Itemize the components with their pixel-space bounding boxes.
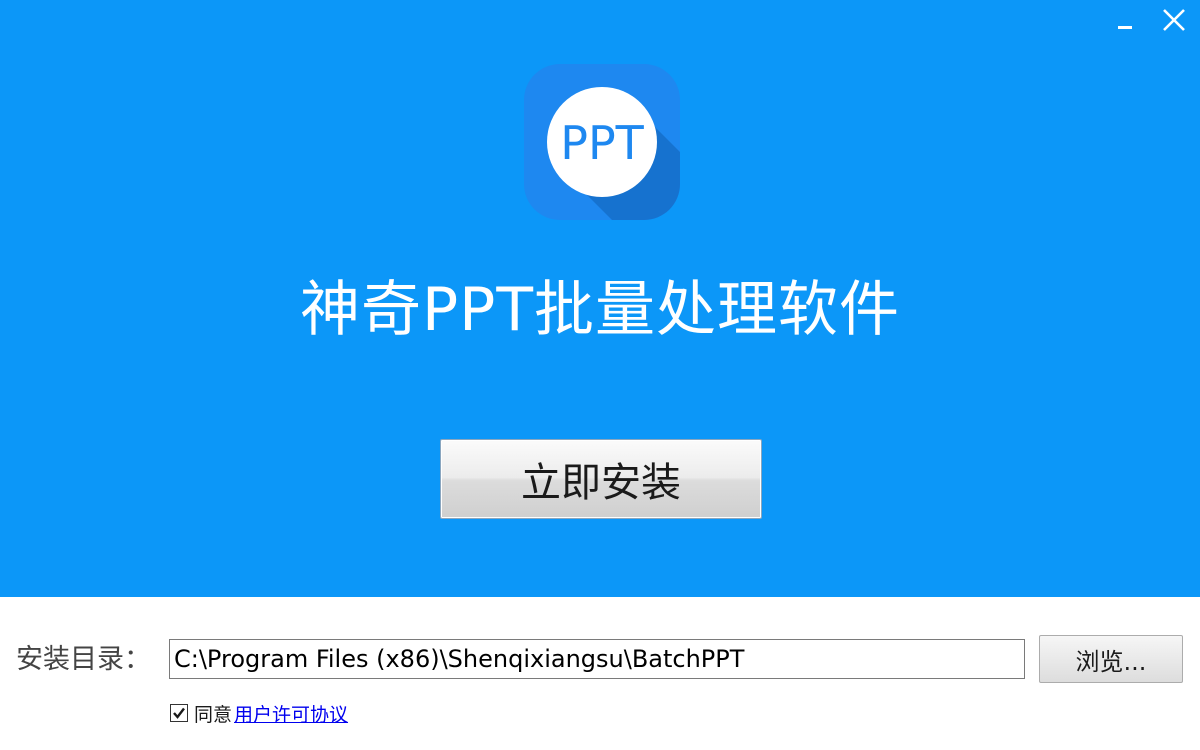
install-now-button[interactable]: 立即安装 xyxy=(440,439,762,519)
checkmark-icon xyxy=(173,707,185,719)
minimize-icon xyxy=(1118,26,1132,29)
install-dir-label: 安装目录： xyxy=(16,644,151,675)
minimize-button[interactable] xyxy=(1108,2,1144,38)
logo-text: PPT xyxy=(560,116,644,170)
install-dir-input[interactable]: C:\Program Files (x86)\Shenqixiangsu\Bat… xyxy=(169,639,1025,679)
close-button[interactable] xyxy=(1156,2,1192,38)
ppt-app-logo: PPT xyxy=(524,64,680,220)
close-icon xyxy=(1163,9,1185,31)
agreement-row: 同意 用户许可协议 xyxy=(170,700,348,726)
license-agreement-link[interactable]: 用户许可协议 xyxy=(234,700,348,727)
installer-window: PPT 神奇PPT批量处理软件 立即安装 安装目录： C:\Program Fi… xyxy=(0,0,1200,750)
agree-label: 同意 xyxy=(194,703,233,726)
agree-checkbox[interactable] xyxy=(170,704,188,722)
browse-button[interactable]: 浏览... xyxy=(1039,635,1183,683)
app-title: 神奇PPT批量处理软件 xyxy=(299,275,900,345)
hero-banner: PPT 神奇PPT批量处理软件 立即安装 xyxy=(0,0,1200,597)
